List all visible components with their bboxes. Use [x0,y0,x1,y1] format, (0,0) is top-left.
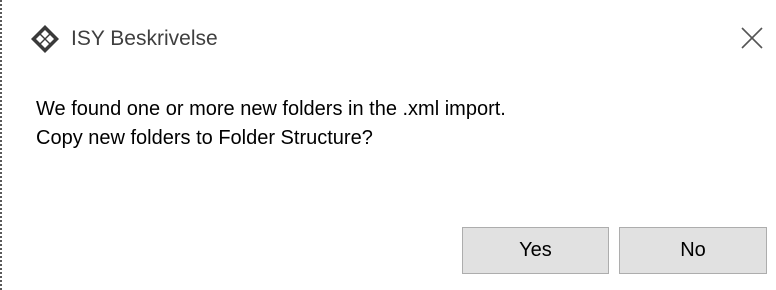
message-text: We found one or more new folders in the … [36,95,506,153]
title-bar: ISY Beskrivelse [2,0,776,80]
window-title: ISY Beskrivelse [71,27,218,50]
message-line-1: We found one or more new folders in the … [36,98,506,120]
message-dialog: ISY Beskrivelse We found one or more new… [0,0,776,290]
yes-button[interactable]: Yes [462,227,609,274]
isy-diamond-logo-icon [30,24,60,54]
message-line-2: Copy new folders to Folder Structure? [36,127,373,149]
close-button[interactable] [732,18,772,58]
no-button[interactable]: No [619,227,767,274]
close-icon [741,27,763,49]
